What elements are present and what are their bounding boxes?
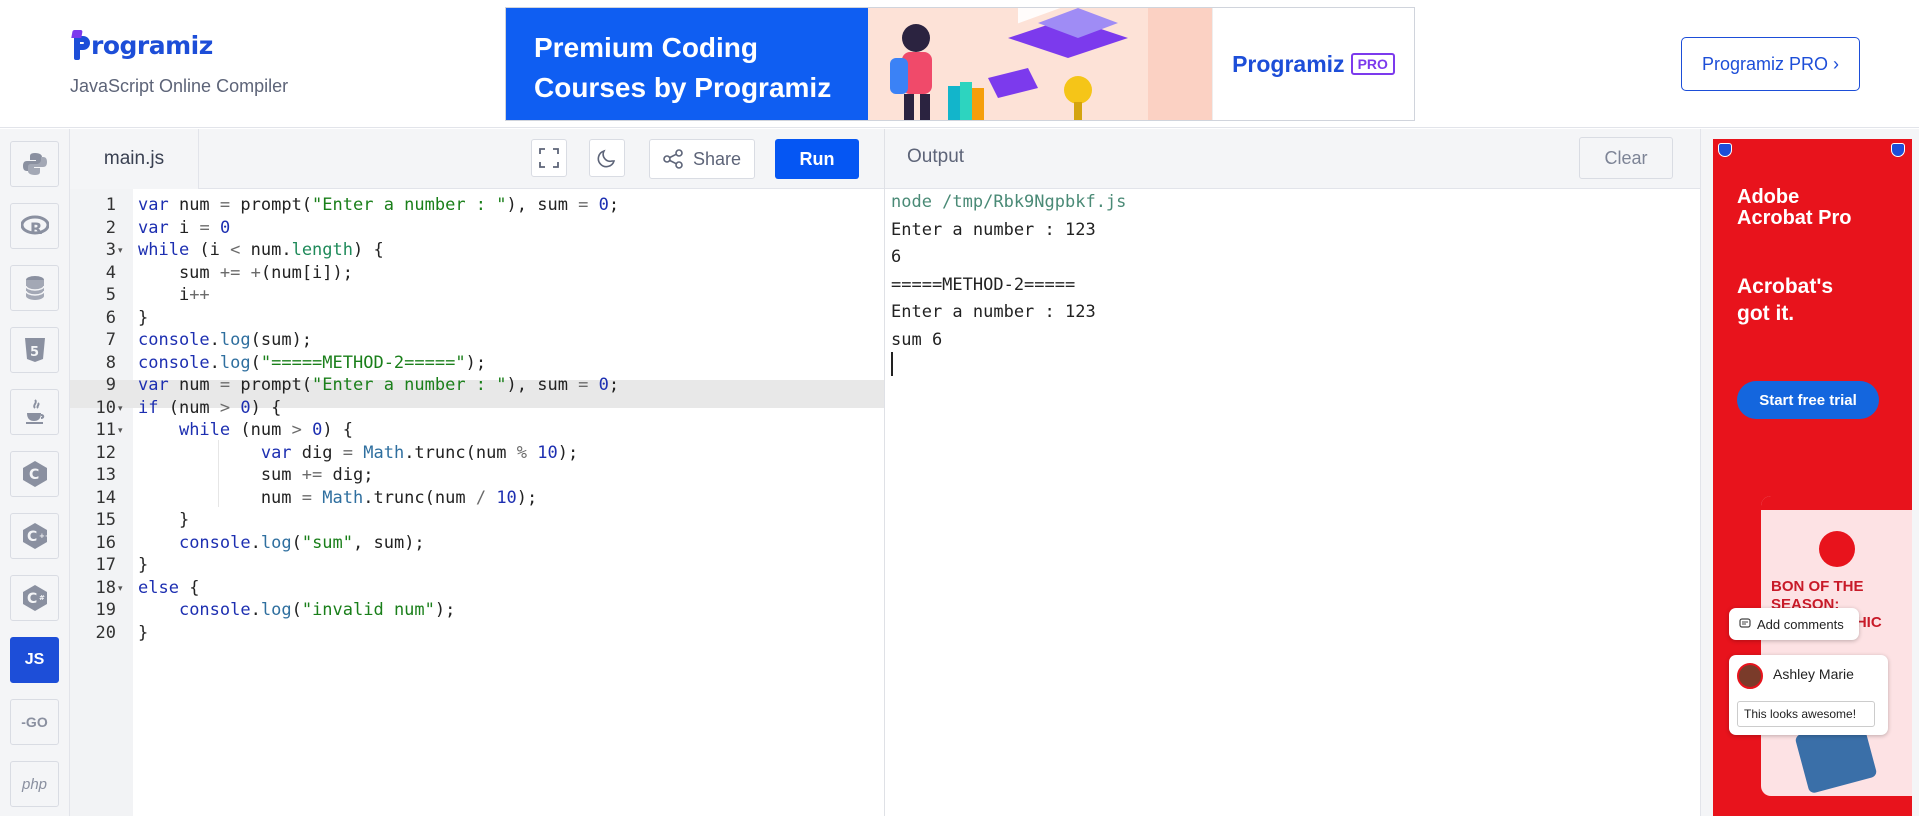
output-line: Enter a number : 123 — [891, 302, 1096, 322]
editor-toolbar: main.js Share Run — [70, 129, 884, 189]
code-line: } — [138, 622, 149, 643]
ad-headline: Acrobat's got it. — [1737, 273, 1833, 327]
cpp-lang-button[interactable]: C ++ — [10, 513, 59, 559]
banner-title-line1: Premium Coding — [534, 32, 759, 63]
go-label: -GO — [21, 714, 48, 730]
file-tab-main-js[interactable]: main.js — [70, 129, 199, 189]
svg-text:C: C — [27, 591, 37, 607]
comment-user-name: Ashley Marie — [1773, 666, 1854, 682]
svg-text:C: C — [27, 529, 37, 545]
fold-arrow-icon[interactable]: ▾ — [118, 575, 123, 603]
ad-comment-card: Ashley Marie This looks awesome! — [1729, 655, 1888, 735]
svg-text:5: 5 — [30, 345, 39, 360]
ad-info-icon[interactable] — [1718, 143, 1732, 157]
clear-button[interactable]: Clear — [1579, 137, 1673, 179]
csharp-icon: C # — [22, 585, 47, 611]
add-comments-label: Add comments — [1757, 616, 1844, 632]
html-lang-button[interactable]: 5 — [10, 327, 59, 373]
language-sidebar: R 5 C C ++ C # JS -GO php — [0, 129, 70, 816]
c-icon: C — [22, 461, 47, 487]
top-header: rogramiz JavaScript Online Compiler Prem… — [0, 0, 1919, 128]
csharp-lang-button[interactable]: C # — [10, 575, 59, 621]
moon-icon — [597, 149, 616, 168]
c-lang-button[interactable]: C — [10, 451, 59, 497]
banner-illustration — [868, 8, 1212, 120]
ad-headline-line2: got it. — [1737, 302, 1795, 325]
comment-message: This looks awesome! — [1737, 701, 1875, 727]
banner-title-line2: Courses by Programiz — [534, 72, 832, 103]
output-line: =====METHOD-2===== — [891, 274, 1076, 295]
dark-mode-button[interactable] — [589, 139, 625, 177]
fold-arrow-icon[interactable]: ▾ — [118, 237, 123, 265]
fullscreen-icon — [539, 148, 559, 168]
go-lang-button[interactable]: -GO — [10, 699, 59, 745]
add-comments-chip: Add comments — [1729, 608, 1859, 640]
java-icon — [25, 399, 44, 424]
code-line: console.log("sum", sum); — [178, 532, 425, 553]
php-label: php — [21, 775, 48, 793]
output-toolbar: Output Clear — [885, 129, 1700, 189]
code-line: console.log("invalid num"); — [178, 600, 456, 620]
programiz-pro-button[interactable]: Programiz PRO › — [1681, 37, 1860, 91]
output-line: Enter a number : 123 — [891, 219, 1096, 240]
ad-brand-line2: Acrobat Pro — [1737, 207, 1852, 229]
ad-sidebar: Adobe Acrobat Pro Acrobat's got it. Star… — [1700, 129, 1919, 816]
text-cursor — [891, 352, 893, 376]
java-lang-button[interactable] — [10, 389, 59, 435]
php-lang-button[interactable]: php — [10, 761, 59, 807]
svg-text:++: ++ — [39, 532, 48, 540]
ad-headline-line1: Acrobat's — [1737, 275, 1834, 298]
share-label: Share — [692, 148, 742, 169]
r-icon: R — [20, 215, 49, 237]
ad-brand: Adobe Acrobat Pro — [1737, 187, 1851, 229]
ad-brand-line1: Adobe — [1737, 186, 1800, 208]
svg-text:C: C — [29, 467, 39, 483]
share-icon — [663, 149, 683, 169]
code-line: i++ — [138, 285, 210, 305]
banner-pro-badge: PRO — [1350, 53, 1395, 75]
start-free-trial-button[interactable]: Start free trial — [1737, 381, 1879, 419]
output-line: 6 — [891, 247, 902, 267]
bonne-logo-icon — [1819, 531, 1855, 567]
sql-lang-button[interactable] — [10, 265, 59, 311]
fold-arrow-icon[interactable]: ▾ — [118, 417, 123, 445]
fullscreen-button[interactable] — [531, 139, 567, 177]
output-line: sum 6 — [891, 329, 943, 350]
share-button[interactable]: Share — [649, 139, 755, 179]
js-lang-button[interactable]: JS — [10, 637, 59, 683]
banner-pro-text: Programiz — [1232, 50, 1345, 77]
ad-document-card: BON OF THE SEASON: RPHIC — [1761, 496, 1912, 796]
logo-mark-icon — [71, 30, 90, 60]
programiz-logo[interactable]: rogramiz — [71, 30, 213, 60]
r-lang-button[interactable]: R — [10, 203, 59, 249]
output-line: node /tmp/Rbk9Ngpbkf.js — [891, 192, 1127, 212]
run-button[interactable]: Run — [775, 139, 859, 179]
python-icon — [22, 153, 47, 175]
comment-icon — [1739, 618, 1751, 628]
avatar — [1737, 663, 1763, 689]
page-subtitle: JavaScript Online Compiler — [70, 76, 289, 96]
ad-close-icon[interactable] — [1891, 143, 1905, 157]
python-lang-button[interactable] — [10, 141, 59, 187]
js-label: JS — [24, 651, 45, 668]
ad-banner[interactable]: Premium Coding Courses by Programiz Prog… — [505, 7, 1415, 121]
svg-text:#: # — [39, 594, 45, 602]
line-number: 20 — [95, 622, 116, 643]
banner-pro-logo: Programiz PRO — [1232, 51, 1395, 78]
database-icon — [24, 276, 45, 300]
html5-icon: 5 — [24, 338, 45, 362]
svg-text:R: R — [30, 219, 42, 237]
acrobat-ad[interactable]: Adobe Acrobat Pro Acrobat's got it. Star… — [1713, 139, 1912, 816]
indent-guide — [218, 439, 219, 507]
cpp-icon: C ++ — [22, 523, 48, 549]
output-title: Output — [907, 146, 965, 167]
logo-text: rogramiz — [91, 30, 213, 60]
ad-bon-line1: BON OF THE — [1771, 578, 1864, 595]
code-line: num = Math.trunc(num / 10); — [138, 487, 538, 508]
output-console[interactable]: node /tmp/Rbk9Ngpbkf.js Enter a number :… — [885, 189, 1700, 816]
